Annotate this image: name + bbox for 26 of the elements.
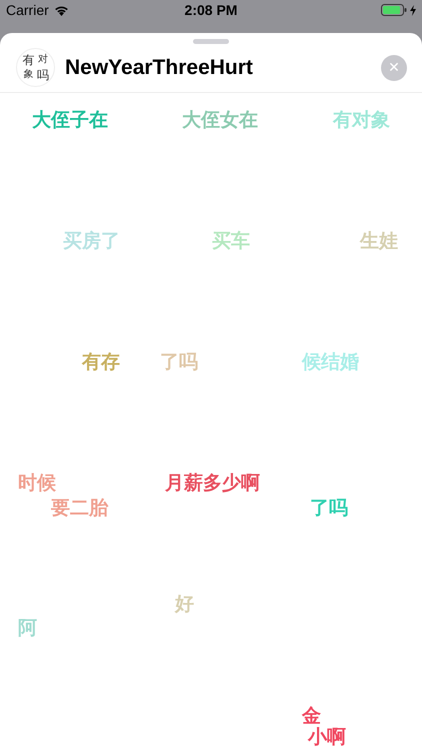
sticker-text[interactable]: 阿 — [18, 618, 37, 639]
sticker-text[interactable]: 好 — [175, 594, 194, 615]
charging-icon — [410, 4, 416, 16]
wifi-icon — [54, 4, 69, 16]
sticker-text[interactable]: 大侄女在 — [182, 110, 258, 131]
sticker-text[interactable]: 有对象 — [333, 110, 390, 131]
sticker-text[interactable]: 金 — [302, 706, 321, 727]
sticker-text[interactable]: 大侄子在 — [32, 110, 108, 131]
sticker-text[interactable]: 生娃 — [360, 231, 398, 252]
sticker-text[interactable]: 时候 — [18, 473, 56, 494]
app-icon[interactable]: 有 对 象 吗 — [16, 48, 55, 87]
close-button[interactable]: ✕ — [381, 54, 407, 80]
sticker-text[interactable]: 有存 — [82, 352, 120, 373]
sticker-text[interactable]: 小啊 — [308, 727, 346, 748]
clock-time: 2:08 PM — [184, 2, 238, 18]
app-title: NewYearThreeHurt — [65, 56, 254, 80]
sticker-text[interactable]: 买房了 — [63, 231, 120, 252]
sticker-text[interactable]: 月薪多少啊 — [165, 473, 260, 494]
sticker-text[interactable]: 候结婚 — [302, 352, 359, 373]
sticker-text[interactable]: 了吗 — [310, 498, 348, 519]
sticker-text[interactable]: 了吗 — [160, 352, 198, 373]
sticker-text[interactable]: 买车 — [212, 231, 250, 252]
battery-icon — [381, 4, 408, 16]
sticker-text[interactable]: 要二胎 — [51, 498, 108, 519]
grabber-handle[interactable] — [193, 39, 229, 44]
carrier-label: Carrier — [6, 2, 49, 18]
